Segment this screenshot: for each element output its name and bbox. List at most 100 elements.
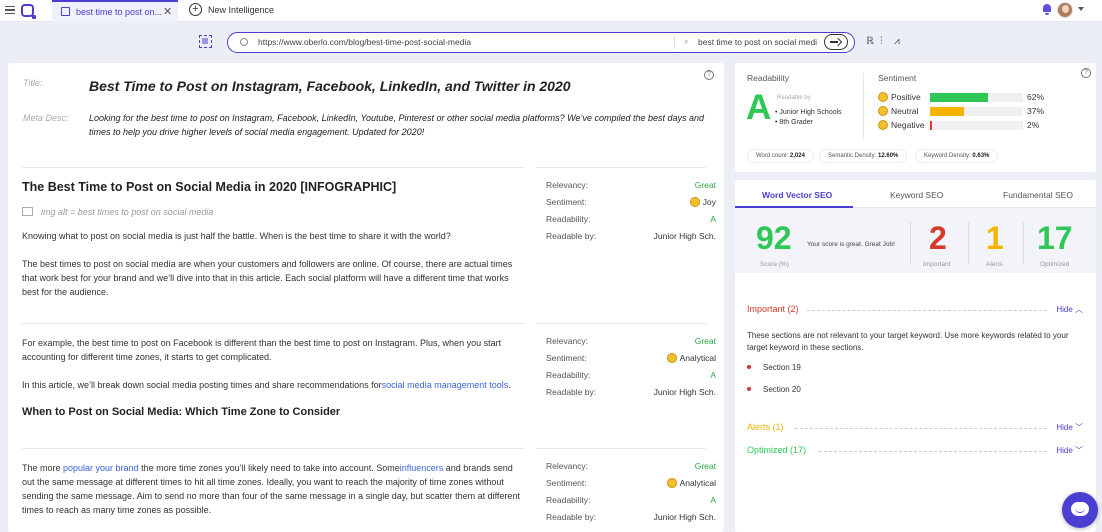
grade-list: Junior High Schools 8th Grader xyxy=(775,108,841,128)
url-bar: https://www.oberlo.com/blog/best-time-po… xyxy=(227,32,855,53)
optimized-title: Optimized (17) xyxy=(747,445,807,455)
semantic-density-badge: Semantic Density: 12.60% xyxy=(819,149,908,163)
sentiment-bar-fill xyxy=(930,121,932,130)
avatar[interactable] xyxy=(1057,2,1073,18)
chat-icon[interactable] xyxy=(1062,492,1098,528)
graph-icon[interactable]: ⩘ xyxy=(894,36,904,47)
section-metrics: Relevancy: Great Sentiment: Joy Readabilit… xyxy=(546,180,716,248)
hide-toggle[interactable]: Hide ︿ xyxy=(1056,304,1083,315)
keyword-input[interactable]: best time to post on social medi xyxy=(698,37,818,47)
seo-panel: Word Vector SEO Keyword SEO Fundamental … xyxy=(735,180,1096,532)
analyze-button[interactable] xyxy=(824,34,848,50)
relevancy-label: Relevancy: xyxy=(546,180,589,190)
hide-toggle[interactable]: Hide ﹀ xyxy=(1056,445,1083,456)
chevron-down-icon[interactable] xyxy=(1078,7,1084,11)
readability-value: A xyxy=(710,370,716,380)
tab-keyword-seo[interactable]: Keyword SEO xyxy=(890,190,943,200)
content-section: For example, the best time to post on Fa… xyxy=(22,336,716,448)
sentiment-bar xyxy=(930,121,1023,130)
divider xyxy=(1023,222,1024,264)
analytical-emoji-icon xyxy=(666,353,677,363)
important-title: Important (2) xyxy=(747,304,799,314)
app-logo xyxy=(21,4,36,19)
close-icon[interactable]: ✕ xyxy=(163,5,172,18)
relevancy-value: Great xyxy=(694,180,716,190)
content-section: The more popular your brand the more tim… xyxy=(22,461,716,531)
section-metrics: Relevancy: Great Sentiment: Analytical Rea… xyxy=(546,461,716,529)
scan-icon[interactable] xyxy=(199,35,212,48)
bell-icon[interactable] xyxy=(1042,4,1052,15)
readability-value: A xyxy=(710,495,716,505)
alerts-count: 1 xyxy=(986,220,1004,256)
help-icon[interactable]: ? xyxy=(1081,68,1091,78)
paragraph: The best times to post on social media a… xyxy=(22,259,513,297)
important-count: 2 xyxy=(929,220,947,256)
section-heading: The Best Time to Post on Social Media in… xyxy=(22,180,397,194)
tab-active[interactable]: best time to post on... ✕ xyxy=(52,0,178,22)
readability-label: Readability: xyxy=(546,495,591,505)
relevancy-label: Relevancy: xyxy=(546,461,589,471)
url-input[interactable]: https://www.oberlo.com/blog/best-time-po… xyxy=(258,37,471,47)
chart-icon[interactable]: ⫶ xyxy=(880,36,890,47)
divider xyxy=(536,448,706,449)
readability-label: Readability: xyxy=(546,214,591,224)
tab-word-vector-seo[interactable]: Word Vector SEO xyxy=(762,190,832,200)
readability-label: Readability: xyxy=(546,370,591,380)
paragraph: The more popular your brand the more tim… xyxy=(22,463,520,515)
divider xyxy=(22,167,524,168)
hide-toggle[interactable]: Hide ﹀ xyxy=(1056,422,1083,433)
image-icon xyxy=(22,207,33,216)
divider xyxy=(22,448,524,449)
new-intelligence-label: New Intelligence xyxy=(208,5,275,15)
readability-value: A xyxy=(710,214,716,224)
list-item[interactable]: Section 19 xyxy=(747,363,801,372)
sentiment-percent: 2% xyxy=(1027,120,1040,130)
important-accordion[interactable]: Important (2) Hide ︿ xyxy=(747,304,1083,318)
divider xyxy=(968,222,969,264)
sentiment-name: Positive xyxy=(878,92,921,102)
bullet-icon xyxy=(747,365,751,369)
word-count-badge: Word count: 2,024 xyxy=(747,149,814,163)
sentiment-percent: 37% xyxy=(1027,106,1045,116)
dotted-line xyxy=(795,428,1047,429)
tab-label: best time to post on... xyxy=(76,7,163,17)
sentiment-bar-fill xyxy=(930,107,965,116)
text-analysis-icon[interactable]: ℝ xyxy=(866,36,876,47)
toolbar-icons: ℝ ⫶ ⩘ xyxy=(866,36,910,48)
chevron-up-icon: ︿ xyxy=(1075,305,1083,314)
paragraph: In this article, we’ll break down social… xyxy=(22,380,511,390)
paragraph: For example, the best time to post on Fa… xyxy=(22,338,502,362)
optimized-label: Optimized xyxy=(1040,261,1070,268)
menu-icon[interactable] xyxy=(5,6,15,14)
sentiment-value: Analytical xyxy=(666,478,716,488)
alerts-accordion[interactable]: Alerts (1) Hide ﹀ xyxy=(747,422,1083,436)
list-item[interactable]: Section 20 xyxy=(747,385,801,394)
sentiment-value: Joy xyxy=(689,197,716,207)
sentiment-label: Sentiment: xyxy=(546,197,587,207)
sentiment-negative: Negative 2% xyxy=(878,120,1078,132)
readable-by-label: Readable by: xyxy=(546,231,597,241)
sentiment-name: Neutral xyxy=(878,106,918,116)
page-icon xyxy=(61,7,70,16)
influencers-link[interactable]: influencers xyxy=(400,463,444,473)
seo-score: 92 xyxy=(756,220,792,256)
readability-grade: A xyxy=(746,88,772,127)
optimized-accordion[interactable]: Optimized (17) Hide ﹀ xyxy=(747,445,1083,459)
page-title: Best Time to Post on Instagram, Facebook… xyxy=(89,78,571,94)
relevancy-value: Great xyxy=(694,336,716,346)
score-message: Your score is great. Great Job! xyxy=(807,241,895,248)
popular-brand-link[interactable]: popular your brand xyxy=(63,463,139,473)
readable-by-label: Readable by: xyxy=(546,512,597,522)
meta-label: Meta Desc: xyxy=(23,113,69,123)
sentiment-percent: 62% xyxy=(1027,92,1045,102)
readable-by-value: Junior High Sch. xyxy=(653,231,716,241)
help-icon[interactable]: ? xyxy=(704,70,714,80)
social-media-tools-link[interactable]: social media management tools xyxy=(382,380,509,390)
url-divider xyxy=(674,35,675,49)
tab-bar: best time to post on... ✕ + New Intellig… xyxy=(0,0,1102,22)
chevron-down-icon: ﹀ xyxy=(1075,423,1083,432)
sentiment-bar-fill xyxy=(930,93,988,102)
important-description: These sections are not relevant to your … xyxy=(747,331,1069,352)
tab-fundamental-seo[interactable]: Fundamental SEO xyxy=(1003,190,1073,200)
sentiment-name: Negative xyxy=(878,120,925,130)
